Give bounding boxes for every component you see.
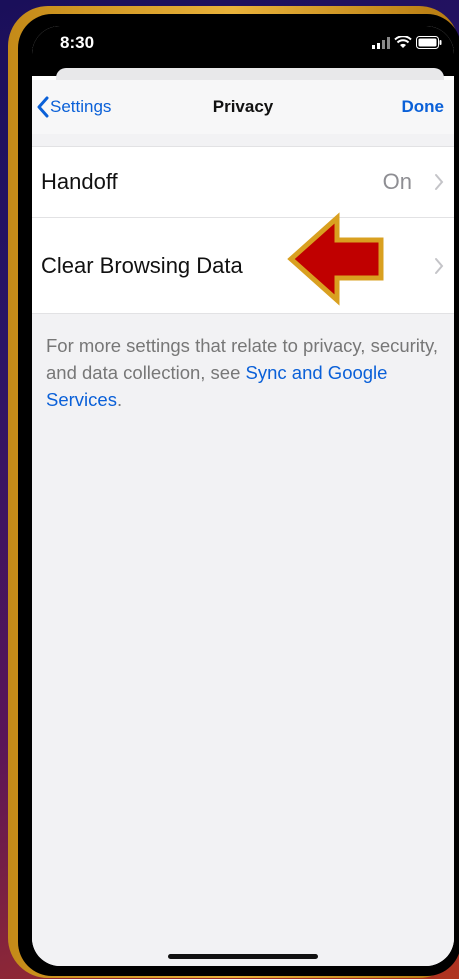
wifi-icon [394,36,412,48]
status-icons [372,36,442,49]
done-button[interactable]: Done [402,97,445,117]
home-indicator [168,954,318,959]
settings-content: Handoff On Clear Browsing Data For more … [32,134,454,966]
status-time: 8:30 [60,33,95,52]
handoff-label: Handoff [41,169,118,194]
chevron-right-icon [435,174,444,190]
settings-group: Handoff On Clear Browsing Data [32,146,454,314]
nav-bar: Settings Privacy Done [32,80,454,135]
clear-browsing-data-row[interactable]: Clear Browsing Data [32,217,454,313]
signal-icon [372,36,390,49]
battery-icon [416,36,442,49]
handoff-value: On [382,169,412,194]
handoff-row[interactable]: Handoff On [32,147,454,217]
page-title: Privacy [212,97,274,116]
chevron-right-icon [435,257,444,274]
footer-text: For more settings that relate to privacy… [46,332,440,413]
footer-suffix: . [116,389,123,410]
phone-screen: 8:30 Settings Privacy Done Handoff On Cl… [32,26,454,966]
arrow-pointer-icon [287,212,384,306]
clear-browsing-data-label: Clear Browsing Data [41,252,243,278]
